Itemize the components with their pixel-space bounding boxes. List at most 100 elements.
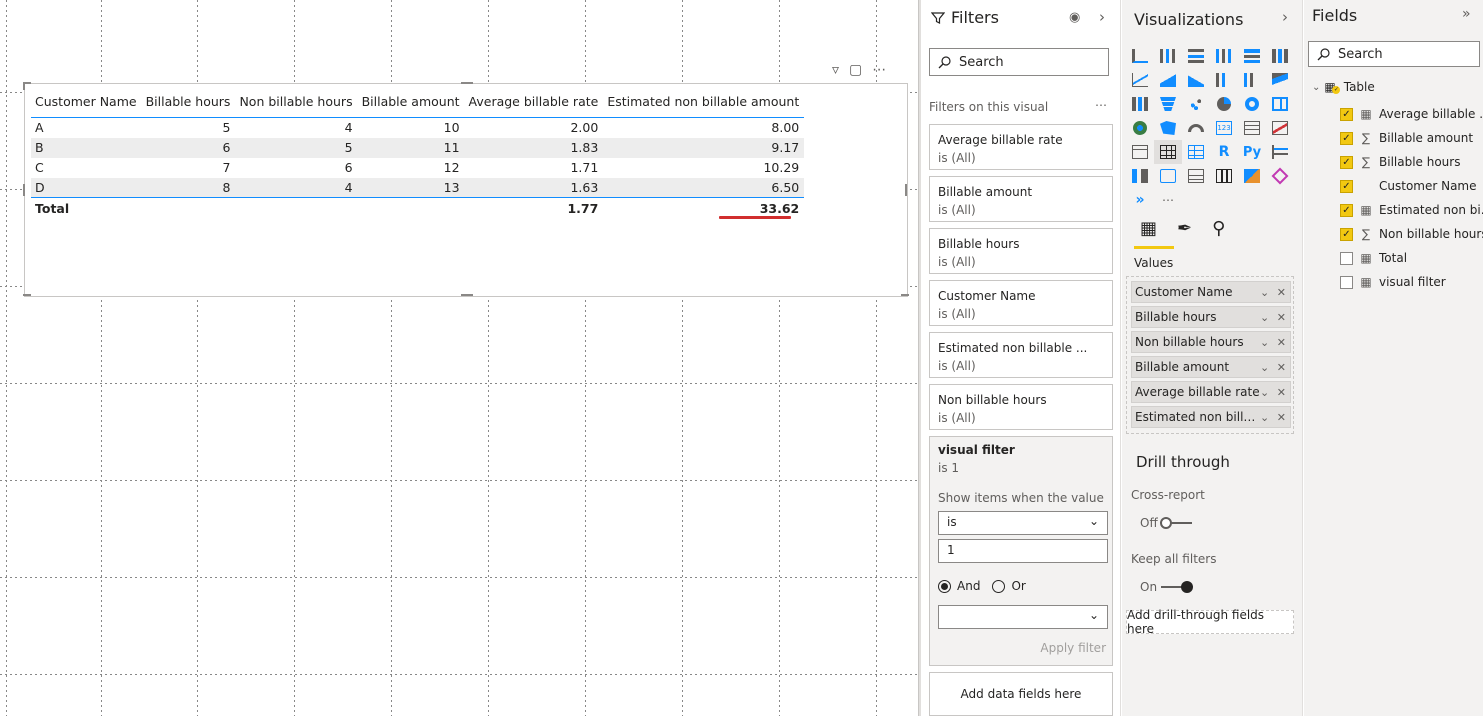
visual-filter-card[interactable]: visual filter is 1 Show items when the v… — [929, 436, 1113, 666]
close-icon[interactable]: ✕ — [1277, 411, 1286, 424]
field-checkbox[interactable]: ✓ — [1340, 179, 1353, 193]
field-item[interactable]: ✓ ∑ Billable hours — [1340, 150, 1460, 174]
field-checkbox[interactable]: ✓ — [1340, 203, 1353, 217]
close-icon[interactable]: ✕ — [1277, 286, 1286, 299]
chevron-down-icon[interactable]: ⌄ — [1260, 286, 1269, 299]
scatter-chart-icon[interactable] — [1182, 92, 1210, 116]
slicer-icon[interactable] — [1126, 140, 1154, 164]
filter-card[interactable]: Customer Name is (All) — [929, 280, 1113, 326]
cross-report-toggle[interactable]: Off — [1140, 516, 1192, 530]
map-icon[interactable] — [1126, 116, 1154, 140]
funnel-chart-icon[interactable] — [1154, 92, 1182, 116]
resize-handle[interactable] — [905, 184, 907, 196]
chevron-down-icon[interactable]: ⌄ — [1312, 82, 1320, 93]
chevron-down-icon[interactable]: ⌄ — [1260, 386, 1269, 399]
close-icon[interactable]: ✕ — [1277, 336, 1286, 349]
clustered-bar-chart-icon[interactable] — [1182, 44, 1210, 68]
add-data-fields-well[interactable]: Add data fields here — [929, 672, 1113, 716]
decomposition-tree-icon[interactable] — [1126, 164, 1154, 188]
report-canvas[interactable]: ▿ ▢ ⋯ Customer Name Billable hours Non b… — [0, 0, 918, 716]
key-influencers-icon[interactable] — [1266, 140, 1294, 164]
area-chart-icon[interactable] — [1154, 68, 1182, 92]
collapse-double-chevron-icon[interactable]: » — [1462, 6, 1471, 22]
column-header[interactable]: Non billable hours — [235, 88, 358, 118]
column-header[interactable]: Customer Name — [31, 88, 142, 118]
resize-handle[interactable] — [23, 184, 25, 196]
qna-icon[interactable] — [1154, 164, 1182, 188]
stacked-column-chart-icon[interactable] — [1154, 44, 1182, 68]
add-drill-through-well[interactable]: Add drill-through fields here — [1126, 608, 1294, 636]
and-radio[interactable] — [938, 579, 951, 593]
paginated-report-icon[interactable] — [1210, 164, 1238, 188]
value-field-chip[interactable]: Estimated non billabl... ⌄ ✕ — [1131, 406, 1291, 428]
value-field-chip[interactable]: Billable hours ⌄ ✕ — [1131, 306, 1291, 328]
gauge-icon[interactable] — [1182, 116, 1210, 140]
resize-handle[interactable] — [23, 82, 25, 90]
collapse-chevron-icon[interactable]: › — [1282, 8, 1288, 26]
table-visual[interactable]: Customer Name Billable hours Non billabl… — [23, 82, 909, 297]
donut-chart-icon[interactable] — [1238, 92, 1266, 116]
field-checkbox[interactable]: ✓ — [1340, 155, 1353, 169]
table-visual-icon[interactable] — [1154, 140, 1182, 164]
treemap-icon[interactable] — [1266, 92, 1294, 116]
waterfall-chart-icon[interactable] — [1126, 92, 1154, 116]
chevron-down-icon[interactable]: ⌄ — [1260, 411, 1269, 424]
clustered-column-chart-icon[interactable] — [1210, 44, 1238, 68]
operator-dropdown[interactable]: is ⌄ — [938, 511, 1108, 535]
line-and-clustered-column-chart-icon[interactable] — [1238, 68, 1266, 92]
focus-mode-icon[interactable]: ▢ — [849, 62, 862, 78]
fields-tab-icon[interactable]: ▦ — [1140, 218, 1157, 239]
field-item[interactable]: ✓ ▦ Estimated non bi... — [1340, 198, 1483, 222]
keep-filters-toggle[interactable]: On — [1140, 580, 1194, 594]
stacked-bar-chart-icon[interactable] — [1126, 44, 1154, 68]
column-header[interactable]: Average billable rate — [464, 88, 604, 118]
field-item[interactable]: ✓ ∑ Non billable hours — [1340, 222, 1483, 246]
chevron-down-icon[interactable]: ⌄ — [1260, 361, 1269, 374]
power-apps-icon[interactable] — [1266, 164, 1294, 188]
line-and-column-chart-icon[interactable] — [1210, 68, 1238, 92]
more-visuals-icon[interactable]: ⋯ — [1154, 188, 1182, 212]
filter-value-input[interactable]: 1 — [938, 539, 1108, 563]
100-stacked-bar-chart-icon[interactable] — [1238, 44, 1266, 68]
field-item[interactable]: ✓ ▦ Average billable ... — [1340, 102, 1483, 126]
filter-card[interactable]: Non billable hours is (All) — [929, 384, 1113, 430]
field-item[interactable]: ▦ Total — [1340, 246, 1407, 270]
filter-icon[interactable]: ▿ — [832, 62, 839, 78]
resize-handle[interactable] — [461, 294, 473, 296]
kpi-icon[interactable] — [1266, 116, 1294, 140]
close-icon[interactable]: ✕ — [1277, 311, 1286, 324]
eye-icon[interactable]: ◉ — [1069, 10, 1080, 25]
field-checkbox[interactable]: ✓ — [1340, 107, 1353, 121]
smart-narrative-icon[interactable] — [1182, 164, 1210, 188]
field-item[interactable]: ✓ ∑ Billable amount — [1340, 126, 1473, 150]
resize-handle[interactable] — [461, 82, 473, 84]
field-checkbox[interactable] — [1340, 251, 1353, 265]
analytics-magnifier-icon[interactable]: ⚲ — [1212, 218, 1225, 239]
table-node[interactable]: ⌄ ▦ ✓ Table — [1312, 80, 1375, 94]
100-stacked-column-chart-icon[interactable] — [1266, 44, 1294, 68]
or-radio[interactable] — [992, 579, 1006, 593]
filter-card[interactable]: Estimated non billable ... is (All) — [929, 332, 1113, 378]
values-well[interactable]: Customer Name ⌄ ✕ Billable hours ⌄ ✕ Non b… — [1126, 276, 1294, 434]
field-item[interactable]: ▦ visual filter — [1340, 270, 1446, 294]
fields-search-input[interactable]: Search — [1308, 41, 1480, 67]
filled-map-icon[interactable] — [1154, 116, 1182, 140]
value-field-chip[interactable]: Customer Name ⌄ ✕ — [1131, 281, 1291, 303]
multi-row-card-icon[interactable] — [1238, 116, 1266, 140]
value-field-chip[interactable]: Average billable rate ⌄ ✕ — [1131, 381, 1291, 403]
field-checkbox[interactable]: ✓ — [1340, 227, 1353, 241]
pie-chart-icon[interactable] — [1210, 92, 1238, 116]
filter-card[interactable]: Billable hours is (All) — [929, 228, 1113, 274]
filter-card[interactable]: Billable amount is (All) — [929, 176, 1113, 222]
resize-handle[interactable] — [23, 294, 31, 296]
ribbon-chart-icon[interactable] — [1266, 68, 1294, 92]
more-options-icon[interactable]: ⋯ — [1095, 98, 1107, 112]
chevron-down-icon[interactable]: ⌄ — [1260, 336, 1269, 349]
matrix-icon[interactable] — [1182, 140, 1210, 164]
value-field-chip[interactable]: Non billable hours ⌄ ✕ — [1131, 331, 1291, 353]
field-item[interactable]: ✓ Customer Name — [1340, 174, 1477, 198]
column-header[interactable]: Billable hours — [141, 88, 236, 118]
value-field-chip[interactable]: Billable amount ⌄ ✕ — [1131, 356, 1291, 378]
field-checkbox[interactable]: ✓ — [1340, 131, 1353, 145]
arcgis-map-icon[interactable] — [1238, 164, 1266, 188]
